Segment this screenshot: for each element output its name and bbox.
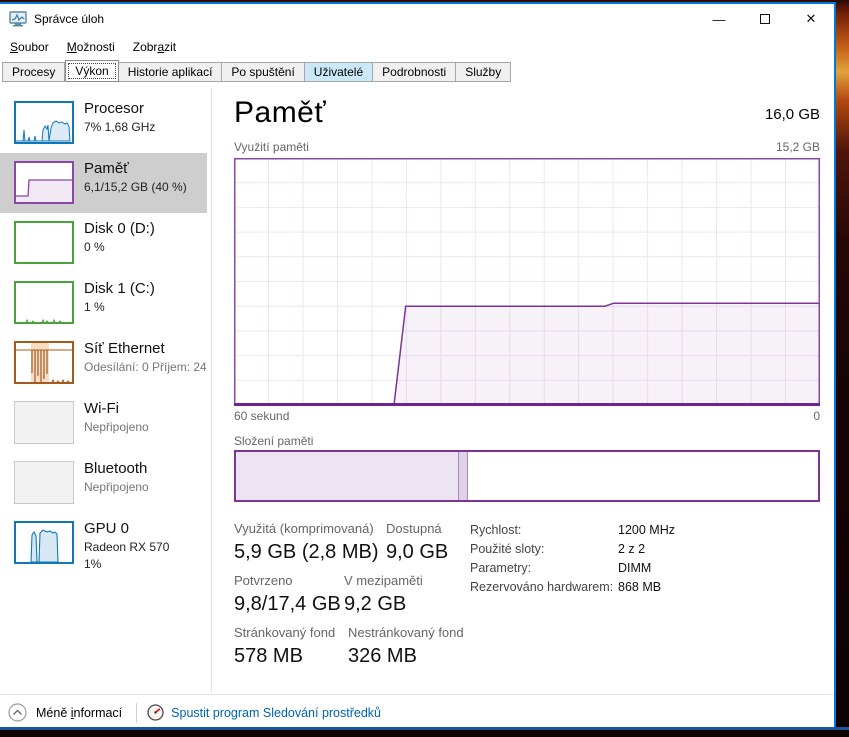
sidebar-item-disk1[interactable]: Disk 1 (C:) 1 %: [0, 273, 207, 333]
sidebar-sub: Radeon RX 570: [84, 540, 170, 554]
disk1-mini-graph: [14, 281, 74, 324]
usage-chart-max: 15,2 GB: [775, 140, 820, 154]
sidebar-label: Paměť: [84, 160, 129, 177]
stat-nonpaged-pool: Nestránkovaný fond 326 MB: [348, 625, 464, 667]
detail-form-factor: Parametry: DIMM: [470, 561, 652, 575]
memory-details: Rychlost: 1200 MHz Použité sloty: 2 z 2 Pa…: [470, 521, 750, 597]
memory-total: 16,0 GB: [764, 106, 820, 123]
sidebar-divider: [211, 88, 212, 692]
sidebar-item-gpu[interactable]: GPU 0 Radeon RX 570 1%: [0, 513, 207, 585]
maximize-icon: [760, 14, 770, 24]
close-button[interactable]: ✕: [788, 4, 834, 34]
resource-monitor-gauge-icon: [147, 704, 164, 721]
sidebar-item-ethernet[interactable]: Síť Ethernet Odesílání: 0 Příjem: 24,0: [0, 333, 207, 393]
minimize-icon: —: [712, 11, 726, 27]
memory-panel: Paměť 16,0 GB Využití paměti 15,2 GB 60 …: [234, 88, 820, 694]
detail-slots: Použité sloty: 2 z 2: [470, 542, 646, 556]
sidebar-sub: Nepřipojeno: [84, 420, 149, 434]
sidebar-label: Síť Ethernet: [84, 340, 165, 357]
sidebar-item-bluetooth[interactable]: Bluetooth Nepřipojeno: [0, 453, 207, 513]
tab-procesy[interactable]: Procesy: [2, 62, 66, 82]
sidebar-label: GPU 0: [84, 520, 130, 537]
tab-uzivatele[interactable]: Uživatelé: [304, 62, 374, 82]
menu-zobrazit[interactable]: Zobrazit: [125, 36, 184, 58]
ethernet-mini-graph: [14, 341, 74, 384]
sidebar-label: Procesor: [84, 100, 145, 117]
chevron-up-icon: [8, 703, 27, 722]
composition-free-segment: [467, 452, 818, 500]
stat-available: Dostupná 9,0 GB: [386, 521, 449, 563]
menu-bar: Soubor Možnosti Zobrazit: [0, 34, 834, 60]
desktop-wallpaper: Správce úloh — ✕ Soubor Možnosti Zobrazi…: [0, 0, 849, 737]
sidebar-item-wifi[interactable]: Wi-Fi Nepřipojeno: [0, 393, 207, 453]
window-controls: — ✕: [696, 4, 834, 34]
less-info-label: Méně informací: [36, 705, 123, 720]
composition-label: Složení paměti: [234, 434, 314, 448]
memory-usage-chart: [234, 158, 820, 406]
sidebar-label: Disk 0 (D:): [84, 220, 155, 237]
time-end-label: 0: [813, 409, 820, 423]
cpu-mini-graph: [14, 101, 74, 144]
composition-inuse-segment: [236, 452, 459, 500]
memory-composition-bar[interactable]: [234, 450, 820, 502]
window-bottom-border: [0, 727, 849, 730]
stat-used: Využitá (komprimovaná) 5,9 GB (2,8 MB): [234, 521, 379, 563]
titlebar[interactable]: Správce úloh — ✕: [0, 4, 834, 34]
detail-hw-reserved: Rezervováno hardwarem: 868 MB: [470, 580, 662, 594]
resource-monitor-link[interactable]: Spustit program Sledování prostředků: [147, 704, 381, 721]
resource-monitor-link-label: Spustit program Sledování prostředků: [171, 705, 382, 720]
usage-chart-label: Využití paměti: [234, 140, 309, 154]
stat-cached: V mezipaměti 9,2 GB: [344, 573, 423, 615]
performance-sidebar: Procesor 7% 1,68 GHz Paměť 6,1/15,2 GB (…: [0, 84, 211, 694]
footer-separator: [136, 702, 138, 723]
tab-podrobnosti[interactable]: Podrobnosti: [373, 62, 457, 82]
close-icon: ✕: [805, 11, 817, 26]
sidebar-item-cpu[interactable]: Procesor 7% 1,68 GHz: [0, 93, 207, 153]
tab-bar: Procesy Výkon Historie aplikací Po spušt…: [0, 60, 834, 82]
memory-mini-graph: [14, 161, 74, 204]
sidebar-sub: 1 %: [84, 300, 105, 314]
task-manager-app-icon: [9, 11, 27, 27]
tab-historie-aplikaci[interactable]: Historie aplikací: [118, 62, 223, 82]
tab-vykon[interactable]: Výkon: [65, 60, 119, 82]
window-title: Správce úloh: [34, 12, 105, 26]
sidebar-label: Bluetooth: [84, 460, 148, 477]
bluetooth-mini-graph: [14, 461, 74, 504]
tab-sluzby[interactable]: Služby: [456, 62, 512, 82]
tab-po-spusteni[interactable]: Po spuštění: [222, 62, 305, 82]
sidebar-sub: Odesílání: 0 Příjem: 24,0: [84, 360, 206, 374]
sidebar-sub: Nepřipojeno: [84, 480, 149, 494]
menu-moznosti[interactable]: Možnosti: [59, 36, 123, 58]
sidebar-sub: 0 %: [84, 240, 105, 254]
task-manager-window: Správce úloh — ✕ Soubor Možnosti Zobrazi…: [0, 2, 836, 730]
sidebar-label: Wi-Fi: [84, 400, 119, 417]
maximize-button[interactable]: [742, 4, 788, 34]
detail-speed: Rychlost: 1200 MHz: [470, 523, 675, 537]
time-window-label: 60 sekund: [234, 409, 290, 423]
sidebar-sub: 7% 1,68 GHz: [84, 120, 156, 134]
menu-soubor[interactable]: Soubor: [2, 36, 57, 58]
disk0-mini-graph: [14, 221, 74, 264]
composition-modified-segment: [458, 452, 468, 500]
sidebar-sub: 6,1/15,2 GB (40 %): [84, 180, 187, 194]
page-title: Paměť: [234, 96, 327, 129]
less-info-button[interactable]: Méně informací: [8, 703, 122, 722]
gpu-mini-graph: [14, 521, 74, 564]
sidebar-item-memory[interactable]: Paměť 6,1/15,2 GB (40 %): [0, 153, 207, 213]
stat-paged-pool: Stránkovaný fond 578 MB: [234, 625, 336, 667]
sidebar-sub2: 1%: [84, 557, 102, 571]
minimize-button[interactable]: —: [696, 4, 742, 34]
wifi-mini-graph: [14, 401, 74, 444]
stat-committed: Potvrzeno 9,8/17,4 GB: [234, 573, 341, 615]
footer-bar: Méně informací Spustit program Sledování…: [0, 694, 834, 730]
sidebar-label: Disk 1 (C:): [84, 280, 155, 297]
sidebar-item-disk0[interactable]: Disk 0 (D:) 0 %: [0, 213, 207, 273]
